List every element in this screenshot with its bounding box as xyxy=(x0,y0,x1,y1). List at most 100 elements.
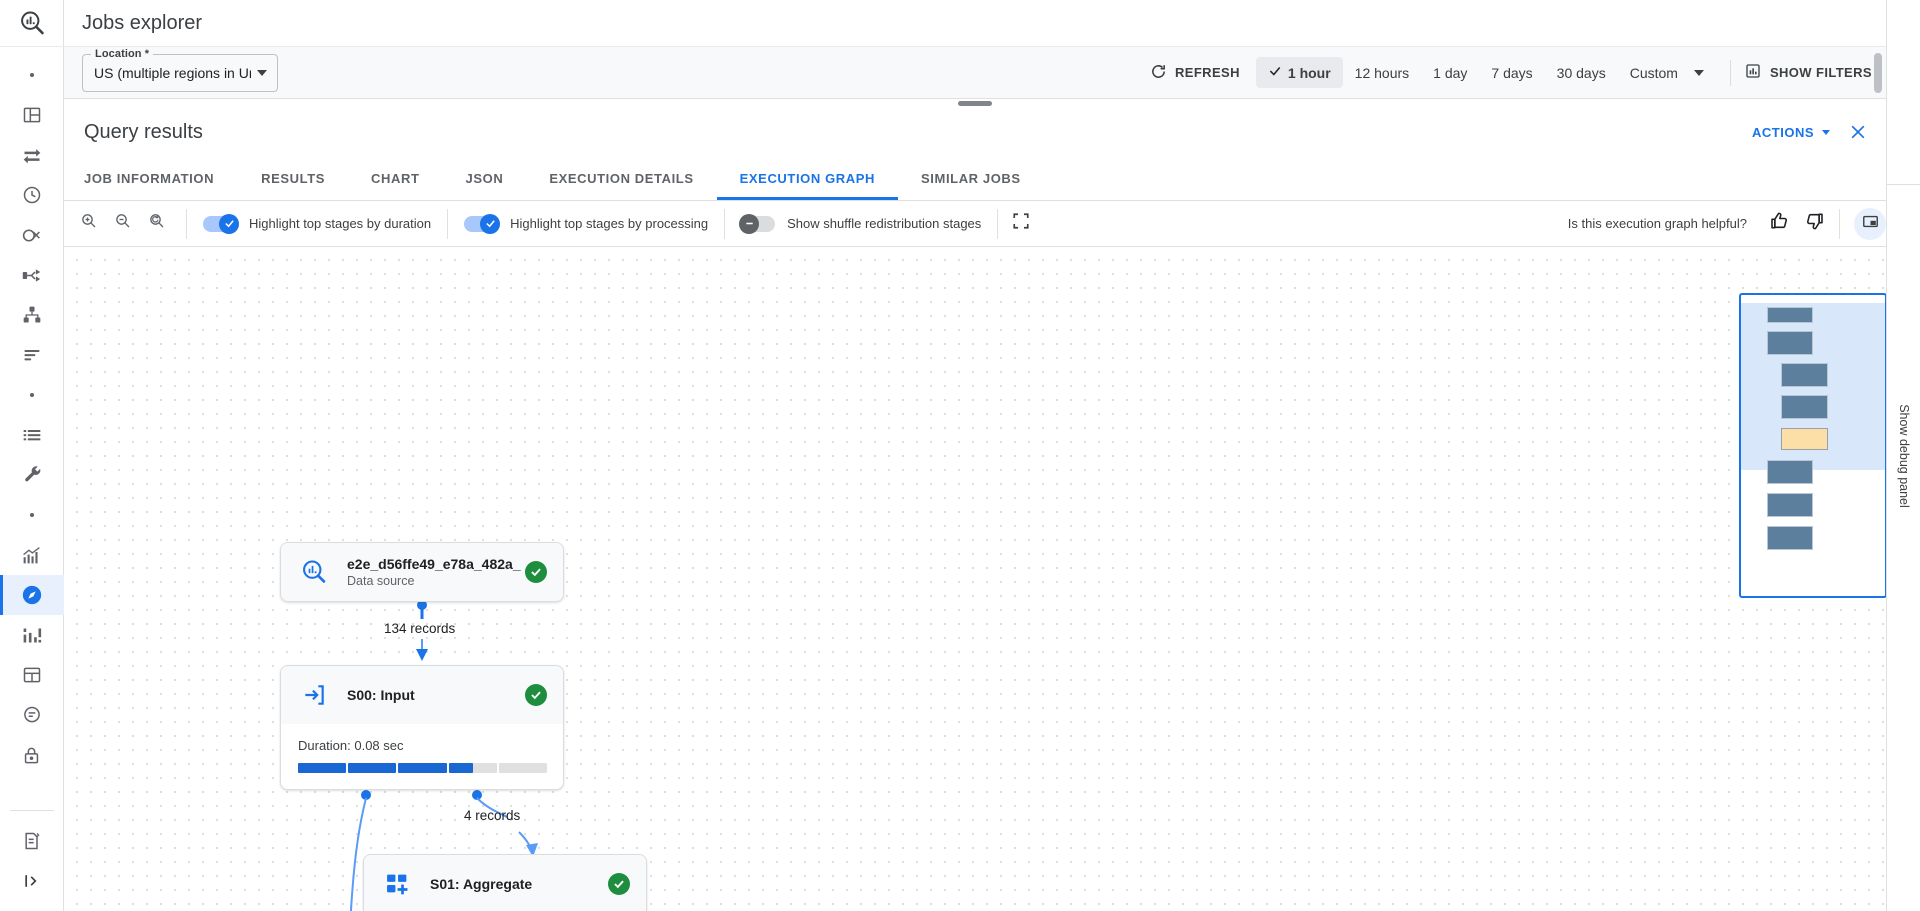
node-stage-s01[interactable]: S01: Aggregate Duration: 0.07 sec xyxy=(363,854,647,911)
range-1-day[interactable]: 1 day xyxy=(1421,58,1479,88)
rail-item-capacity[interactable] xyxy=(0,615,64,655)
show-filters-button[interactable]: SHOW FILTERS xyxy=(1745,63,1876,82)
thumb-down-button[interactable] xyxy=(1797,206,1833,242)
zoom-reset-button[interactable] xyxy=(140,207,174,241)
rail-item-dot-3[interactable] xyxy=(0,495,64,535)
rail-item-policy-tags[interactable] xyxy=(0,735,64,775)
main-column: Jobs explorer Location * US (multiple re… xyxy=(64,0,1886,911)
tab-chart[interactable]: CHART xyxy=(348,156,443,200)
query-results-tabs: JOB INFORMATION RESULTS CHART JSON EXECU… xyxy=(64,156,1886,201)
picture-in-picture-button[interactable] xyxy=(1854,208,1886,240)
rail-item-analytics-hub[interactable] xyxy=(0,215,64,255)
clock-icon xyxy=(22,185,42,205)
left-nav-rail xyxy=(0,0,64,911)
node-body: Duration: 0.08 sec xyxy=(281,724,563,789)
right-side-strip: Show debug panel xyxy=(1886,0,1920,911)
rail-item-monitoring[interactable] xyxy=(0,535,64,575)
rail-item-transfer[interactable] xyxy=(0,135,64,175)
range-30-days[interactable]: 30 days xyxy=(1545,58,1618,88)
range-custom-label: Custom xyxy=(1630,65,1678,81)
location-select[interactable]: Location * US (multiple regions in Un… xyxy=(82,54,278,92)
monitoring-icon xyxy=(21,545,42,566)
rail-item-dot-2[interactable] xyxy=(0,375,64,415)
minimap-node xyxy=(1767,307,1813,323)
expand-panel-icon xyxy=(22,871,42,891)
tab-execution-graph[interactable]: EXECUTION GRAPH xyxy=(717,156,898,200)
refresh-button[interactable]: REFRESH xyxy=(1140,55,1250,91)
rail-item-dashboard[interactable] xyxy=(0,95,64,135)
wrench-icon xyxy=(22,465,42,485)
dataform-icon xyxy=(22,305,42,325)
rail-item-jobs-explorer[interactable] xyxy=(0,575,64,615)
location-label: Location * xyxy=(91,48,153,60)
chat-icon xyxy=(22,705,42,725)
range-custom[interactable]: Custom xyxy=(1618,58,1716,88)
fullscreen-icon xyxy=(1012,212,1030,235)
rail-bottom-items xyxy=(0,821,64,911)
reservations-icon xyxy=(22,665,42,685)
panel-resize-handle[interactable] xyxy=(958,101,992,106)
execution-graph-canvas[interactable]: e2e_d56ffe49_e78a_482a_ Data source xyxy=(64,247,1886,911)
rail-item-scheduled-queries[interactable] xyxy=(0,175,64,215)
edge-label-134-records: 134 records xyxy=(384,621,455,636)
zoom-out-button[interactable] xyxy=(106,207,140,241)
tab-json[interactable]: JSON xyxy=(443,156,527,200)
range-1-hour[interactable]: 1 hour xyxy=(1256,57,1343,88)
rail-item-sort[interactable] xyxy=(0,335,64,375)
range-12-hours[interactable]: 12 hours xyxy=(1343,58,1421,88)
thumb-up-button[interactable] xyxy=(1761,206,1797,242)
product-logo[interactable] xyxy=(0,0,64,47)
rail-item-admin[interactable] xyxy=(0,455,64,495)
rail-item-reservations[interactable] xyxy=(0,655,64,695)
rail-item-expand[interactable] xyxy=(0,861,64,901)
node-texts: S01: Aggregate xyxy=(430,876,608,892)
rail-item-dot-1[interactable] xyxy=(0,55,64,95)
toggle-shuffle-stages[interactable]: Show shuffle redistribution stages xyxy=(725,216,997,232)
range-7-days[interactable]: 7 days xyxy=(1479,58,1544,88)
toggle-highlight-duration[interactable]: Highlight top stages by duration xyxy=(187,216,447,232)
node-header: S00: Input xyxy=(281,666,563,724)
graph-minimap[interactable] xyxy=(1739,293,1886,598)
tab-similar-jobs[interactable]: SIMILAR JOBS xyxy=(898,156,1044,200)
node-progress-bar xyxy=(298,763,547,773)
tab-results[interactable]: RESULTS xyxy=(238,156,348,200)
show-debug-panel-button[interactable]: Show debug panel xyxy=(1897,404,1911,508)
edge-dot xyxy=(472,790,482,800)
toggle-switch-processing[interactable] xyxy=(464,216,498,232)
dashboard-icon xyxy=(22,105,42,125)
analytics-hub-icon xyxy=(21,225,42,246)
control-bar-right: REFRESH 1 hour 12 hours 1 day 7 days xyxy=(1140,55,1876,91)
actions-button[interactable]: ACTIONS xyxy=(1752,125,1830,140)
toggle-highlight-processing[interactable]: Highlight top stages by processing xyxy=(448,216,724,232)
vertical-scrollbar-thumb[interactable] xyxy=(1874,53,1882,93)
refresh-label: REFRESH xyxy=(1175,65,1240,80)
rail-item-list[interactable] xyxy=(0,415,64,455)
show-filters-label: SHOW FILTERS xyxy=(1770,65,1872,80)
node-title: S00: Input xyxy=(347,687,525,703)
control-bar: Location * US (multiple regions in Un… R… xyxy=(64,47,1886,99)
zoom-in-button[interactable] xyxy=(72,207,106,241)
toggle-switch-duration[interactable] xyxy=(203,216,237,232)
node-stage-s00[interactable]: S00: Input Duration: 0.08 sec xyxy=(280,665,564,790)
sort-icon xyxy=(22,345,42,365)
edge-label-4-records-top: 4 records xyxy=(464,808,520,823)
minimap-node xyxy=(1767,331,1813,355)
chevron-down-icon xyxy=(1694,70,1704,76)
toggle-label-duration: Highlight top stages by duration xyxy=(249,216,431,231)
node-data-source[interactable]: e2e_d56ffe49_e78a_482a_ Data source xyxy=(280,542,564,602)
rail-item-release-notes[interactable] xyxy=(0,821,64,861)
toolbar-divider xyxy=(1839,209,1840,239)
rail-item-dataform[interactable] xyxy=(0,295,64,335)
tab-execution-details[interactable]: EXECUTION DETAILS xyxy=(526,156,716,200)
minimap-node xyxy=(1781,363,1828,387)
rail-item-pipelines[interactable] xyxy=(0,255,64,295)
toggle-switch-shuffle[interactable] xyxy=(741,216,775,232)
thumb-up-icon xyxy=(1769,211,1789,236)
rail-item-support[interactable] xyxy=(0,695,64,735)
tab-job-information[interactable]: JOB INFORMATION xyxy=(84,156,238,200)
close-panel-button[interactable] xyxy=(1848,122,1868,142)
data-source-search-icon xyxy=(299,558,329,586)
actions-label: ACTIONS xyxy=(1752,125,1814,140)
range-1-hour-label: 1 hour xyxy=(1288,65,1331,81)
fullscreen-button[interactable] xyxy=(998,212,1044,235)
